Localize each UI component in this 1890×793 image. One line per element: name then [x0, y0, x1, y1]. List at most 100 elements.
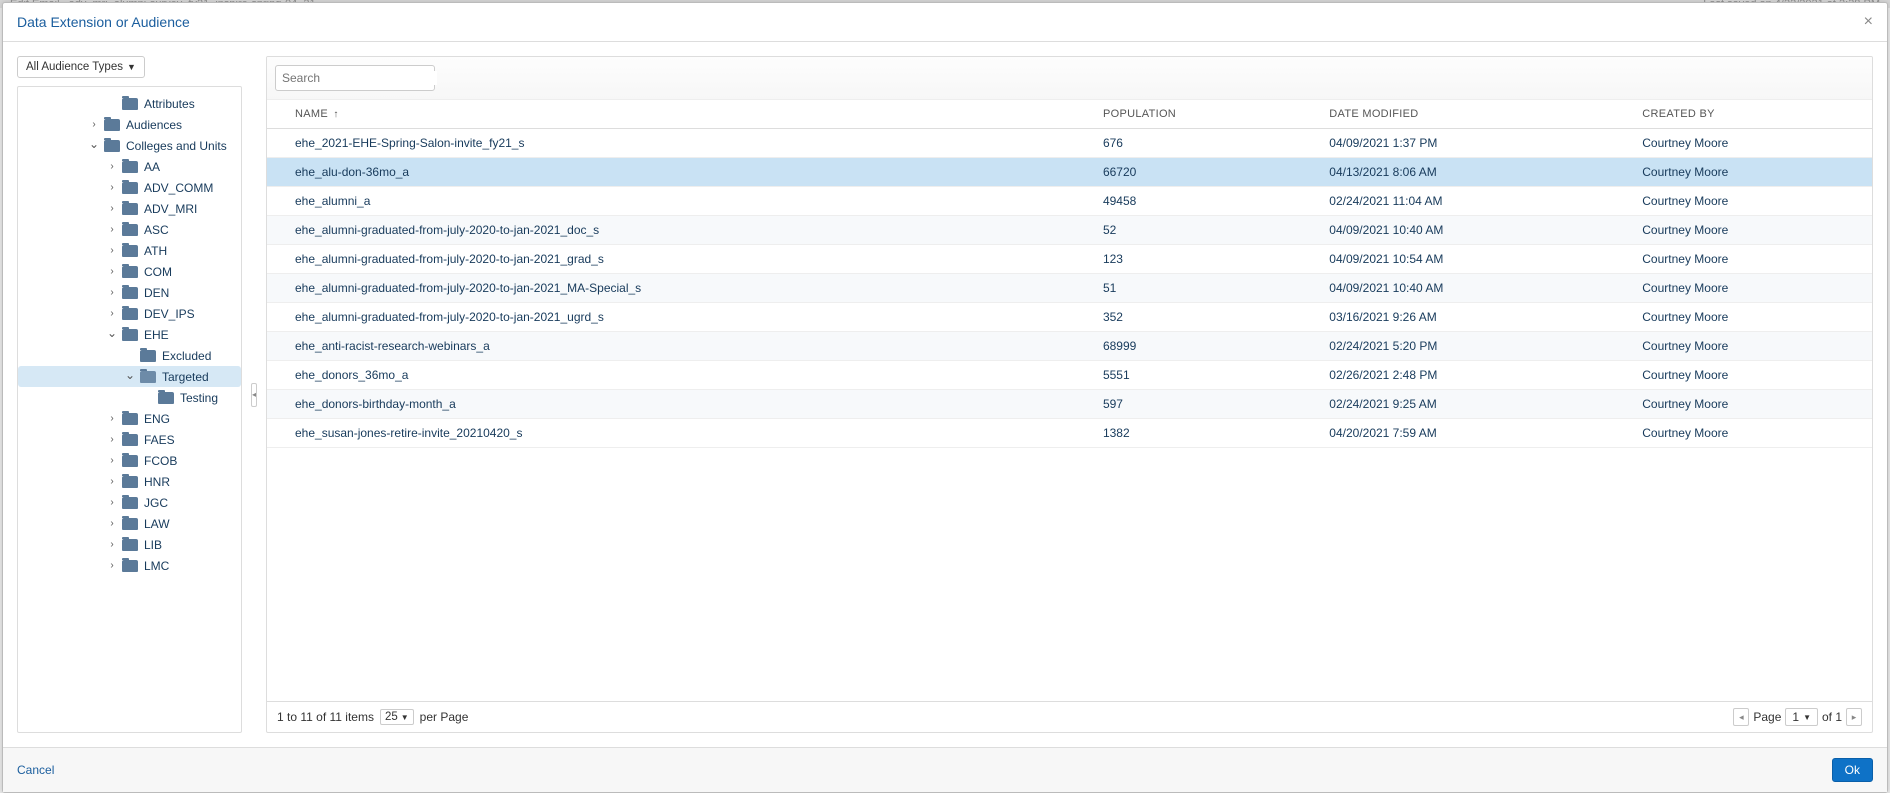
chevron-right-icon[interactable]: › — [106, 287, 118, 298]
tree-item[interactable]: ›HNR — [18, 471, 241, 492]
cell-name: ehe_donors-birthday-month_a — [267, 390, 1079, 419]
collapse-handle-icon[interactable]: ◂ — [251, 383, 257, 407]
tree-item[interactable]: ⌄ Targeted — [18, 366, 241, 387]
tree-item[interactable]: ›DEV_IPS — [18, 303, 241, 324]
folder-icon — [122, 98, 138, 110]
col-date-modified[interactable]: DATE MODIFIED — [1305, 100, 1618, 129]
tree-item[interactable]: ›FCOB — [18, 450, 241, 471]
cell-created_by: Courtney Moore — [1618, 216, 1872, 245]
table-row[interactable]: ehe_donors-birthday-month_a59702/24/2021… — [267, 390, 1872, 419]
folder-icon — [122, 203, 138, 215]
tree-item[interactable]: ›COM — [18, 261, 241, 282]
chevron-right-icon[interactable]: › — [106, 224, 118, 235]
folder-icon — [122, 518, 138, 530]
total-pages-label: of 1 — [1822, 710, 1842, 724]
col-name[interactable]: NAME ↑ — [267, 100, 1079, 129]
ok-button[interactable]: Ok — [1832, 758, 1873, 782]
tree-item[interactable]: ›DEN — [18, 282, 241, 303]
folder-icon — [122, 287, 138, 299]
cell-date_modified: 02/24/2021 5:20 PM — [1305, 332, 1618, 361]
folder-icon — [122, 497, 138, 509]
chevron-right-icon[interactable]: › — [106, 560, 118, 571]
tree-item[interactable]: ›Audiences — [18, 114, 241, 135]
chevron-right-icon[interactable]: › — [106, 539, 118, 550]
tree-item[interactable]: › FAES — [18, 429, 241, 450]
tree-item-label: JGC — [144, 496, 168, 510]
cell-population: 5551 — [1079, 361, 1305, 390]
table-row[interactable]: ehe_donors_36mo_a555102/26/2021 2:48 PMC… — [267, 361, 1872, 390]
chevron-right-icon[interactable]: › — [106, 308, 118, 319]
search-box[interactable] — [275, 65, 435, 91]
tree-item[interactable]: ›LMC — [18, 555, 241, 576]
tree-item[interactable]: ›LIB — [18, 534, 241, 555]
chevron-right-icon[interactable]: › — [106, 245, 118, 256]
tree-item[interactable]: › ASC — [18, 219, 241, 240]
tree-item[interactable]: ⌄EHE — [18, 324, 241, 345]
tree-item[interactable]: ›LAW — [18, 513, 241, 534]
prev-page-button[interactable]: ◂ — [1733, 708, 1749, 726]
chevron-down-icon[interactable]: ⌄ — [88, 137, 100, 151]
table-row[interactable]: ehe_alumni-graduated-from-july-2020-to-j… — [267, 245, 1872, 274]
chevron-right-icon[interactable]: › — [106, 182, 118, 193]
tree-item[interactable]: › ADV_MRI — [18, 198, 241, 219]
tree-item[interactable]: ›Testing — [18, 387, 241, 408]
chevron-down-icon[interactable]: ⌄ — [106, 326, 118, 340]
tree-item[interactable]: ›Excluded — [18, 345, 241, 366]
chevron-right-icon[interactable]: › — [106, 161, 118, 172]
col-created-by[interactable]: CREATED BY — [1618, 100, 1872, 129]
chevron-right-icon[interactable]: › — [106, 518, 118, 529]
cell-date_modified: 04/09/2021 10:40 AM — [1305, 274, 1618, 303]
pagination-right: ◂ Page 1 ▼ of 1 ▸ — [1733, 708, 1862, 726]
panel-divider[interactable]: ◂ — [250, 56, 258, 733]
table-row[interactable]: ehe_alu-don-36mo_a6672004/13/2021 8:06 A… — [267, 158, 1872, 187]
table-row[interactable]: ehe_anti-racist-research-webinars_a68999… — [267, 332, 1872, 361]
tree-item-label: ADV_MRI — [144, 202, 197, 216]
tree-item[interactable]: ⌄Colleges and Units — [18, 135, 241, 156]
tree-item[interactable]: ›Attributes — [18, 93, 241, 114]
per-page-label: per Page — [420, 710, 469, 724]
table-row[interactable]: ehe_alumni_a4945802/24/2021 11:04 AMCour… — [267, 187, 1872, 216]
col-population[interactable]: POPULATION — [1079, 100, 1305, 129]
tree-item[interactable]: ›ADV_COMM — [18, 177, 241, 198]
chevron-right-icon[interactable]: › — [106, 413, 118, 424]
search-input[interactable] — [282, 71, 437, 85]
tree-item[interactable]: › ATH — [18, 240, 241, 261]
modal-title: Data Extension or Audience — [17, 14, 190, 30]
data-extension-table: NAME ↑ POPULATION DATE MODIFIED CREATED … — [267, 100, 1872, 448]
tree-item-label: FAES — [144, 433, 175, 447]
table-row[interactable]: ehe_2021-EHE-Spring-Salon-invite_fy21_s6… — [267, 129, 1872, 158]
table-row[interactable]: ehe_susan-jones-retire-invite_20210420_s… — [267, 419, 1872, 448]
current-page-select[interactable]: 1 ▼ — [1785, 708, 1818, 726]
tree-item-label: Targeted — [162, 370, 209, 384]
chevron-right-icon[interactable]: › — [106, 434, 118, 445]
folder-icon — [122, 224, 138, 236]
chevron-down-icon[interactable]: ⌄ — [124, 368, 136, 382]
folder-icon — [122, 560, 138, 572]
table-scroll[interactable]: NAME ↑ POPULATION DATE MODIFIED CREATED … — [267, 100, 1872, 701]
tree-item[interactable]: › JGC — [18, 492, 241, 513]
chevron-right-icon[interactable]: › — [106, 455, 118, 466]
chevron-right-icon[interactable]: › — [106, 497, 118, 508]
modal-footer: Cancel Ok — [3, 747, 1887, 792]
close-icon[interactable]: × — [1864, 13, 1873, 31]
chevron-right-icon[interactable]: › — [106, 203, 118, 214]
folder-icon — [122, 455, 138, 467]
tree-item[interactable]: ›AA — [18, 156, 241, 177]
tree-item-label: ENG — [144, 412, 170, 426]
audience-type-dropdown[interactable]: All Audience Types ▼ — [17, 56, 145, 78]
table-row[interactable]: ehe_alumni-graduated-from-july-2020-to-j… — [267, 274, 1872, 303]
tree-item-label: ASC — [144, 223, 169, 237]
chevron-right-icon[interactable]: › — [106, 476, 118, 487]
table-row[interactable]: ehe_alumni-graduated-from-july-2020-to-j… — [267, 303, 1872, 332]
cancel-button[interactable]: Cancel — [17, 763, 54, 777]
table-row[interactable]: ehe_alumni-graduated-from-july-2020-to-j… — [267, 216, 1872, 245]
chevron-right-icon[interactable]: › — [88, 119, 100, 130]
tree-item[interactable]: › ENG — [18, 408, 241, 429]
tree-item-label: ATH — [144, 244, 167, 258]
left-panel: All Audience Types ▼ ›Attributes›Audienc… — [17, 56, 242, 733]
chevron-right-icon[interactable]: › — [106, 266, 118, 277]
next-page-button[interactable]: ▸ — [1846, 708, 1862, 726]
cell-name: ehe_alumni-graduated-from-july-2020-to-j… — [267, 245, 1079, 274]
tree-item-label: Attributes — [144, 97, 195, 111]
page-size-select[interactable]: 25 ▼ — [380, 709, 414, 725]
